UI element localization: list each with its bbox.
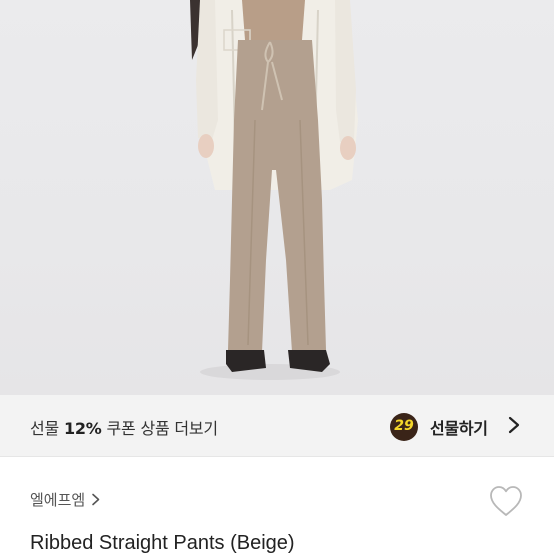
gift-coupon-text[interactable]: 선물 12% 쿠폰 상품 더보기 xyxy=(30,415,218,439)
product-photo[interactable] xyxy=(0,0,554,395)
gift-count-badge: 29 xyxy=(390,413,418,441)
brand-name: 엘에프엠 xyxy=(30,491,86,509)
chevron-right-icon[interactable] xyxy=(506,416,522,434)
heart-icon[interactable] xyxy=(488,484,524,518)
gift-action-button[interactable]: 선물하기 xyxy=(430,415,488,439)
gift-prefix: 선물 xyxy=(30,419,64,438)
chevron-right-icon xyxy=(92,493,100,506)
gift-badge-number: 29 xyxy=(394,418,414,434)
product-title: Ribbed Straight Pants (Beige) xyxy=(30,532,295,554)
gift-percent: 12% xyxy=(63,419,102,438)
brand-link[interactable]: 엘에프엠 xyxy=(30,489,101,510)
model-illustration xyxy=(190,0,358,380)
gift-suffix: 쿠폰 상품 더보기 xyxy=(101,419,219,438)
